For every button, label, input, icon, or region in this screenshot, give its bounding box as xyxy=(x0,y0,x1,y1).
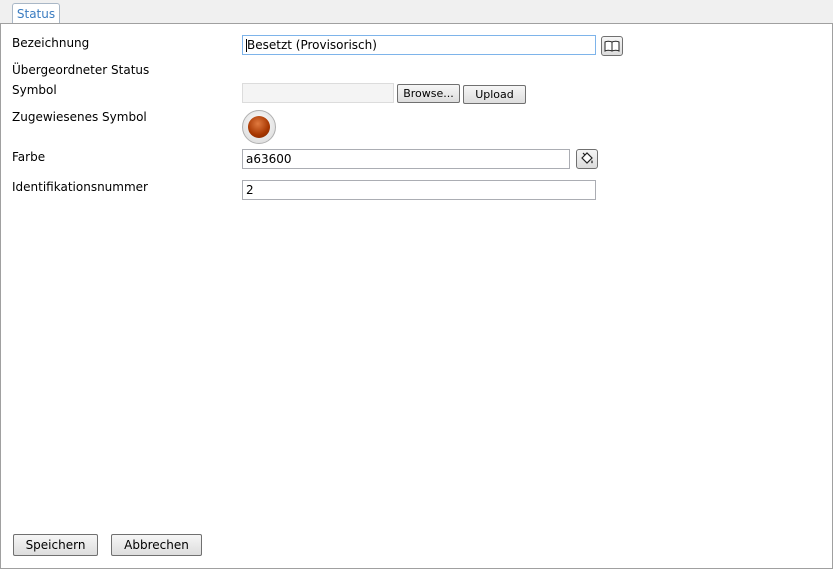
tab-status[interactable]: Status xyxy=(12,3,60,23)
dictionary-button[interactable] xyxy=(601,36,623,56)
save-button[interactable]: Speichern xyxy=(13,534,98,556)
farbe-label: Farbe xyxy=(12,150,46,164)
bezeichnung-input[interactable]: Besetzt (Provisorisch) xyxy=(242,35,596,55)
assigned-symbol-icon xyxy=(242,110,276,144)
tab-bar: Status xyxy=(0,0,833,24)
paint-bucket-icon xyxy=(581,152,593,164)
color-picker-button[interactable] xyxy=(576,149,598,169)
symbol-label: Symbol xyxy=(12,83,57,97)
identifikationsnummer-input[interactable]: 2 xyxy=(242,180,596,200)
uebergeordneter-status-label: Übergeordneter Status xyxy=(12,63,150,77)
zugewiesenes-symbol-label: Zugewiesenes Symbol xyxy=(12,110,147,124)
upload-button[interactable]: Upload xyxy=(463,85,526,104)
symbol-file-input[interactable] xyxy=(242,83,394,103)
bezeichnung-value: Besetzt (Provisorisch) xyxy=(247,38,377,52)
farbe-input[interactable]: a63600 xyxy=(242,149,570,169)
browse-button[interactable]: Browse... xyxy=(397,84,460,103)
form-panel xyxy=(0,23,833,569)
bezeichnung-label: Bezeichnung xyxy=(12,36,90,50)
book-icon xyxy=(604,40,620,52)
identifikationsnummer-label: Identifikationsnummer xyxy=(12,180,148,194)
cancel-button[interactable]: Abbrechen xyxy=(111,534,202,556)
status-dot-icon xyxy=(248,116,270,138)
